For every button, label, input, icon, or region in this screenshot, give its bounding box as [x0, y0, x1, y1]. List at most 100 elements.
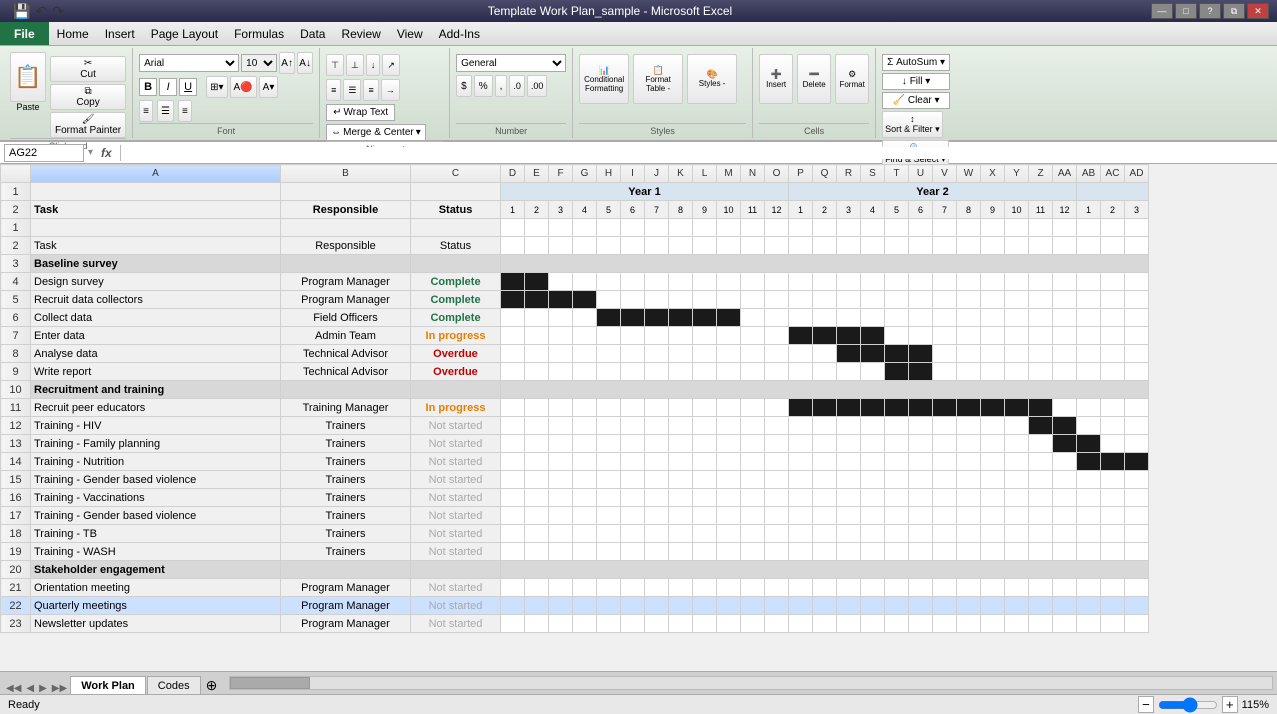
- gantt-cell-r14-c7[interactable]: [669, 453, 693, 471]
- gantt-cell-r4-c2[interactable]: [549, 273, 573, 291]
- gantt-cell-r7-c25[interactable]: [1101, 327, 1125, 345]
- cell-a2[interactable]: Task: [31, 201, 281, 219]
- gantt-cell-r14-c15[interactable]: [861, 453, 885, 471]
- gantt-cell-r14-c1[interactable]: [525, 453, 549, 471]
- gantt-cell-r6-c22[interactable]: [1029, 309, 1053, 327]
- gantt-cell-r14-c22[interactable]: [1029, 453, 1053, 471]
- gantt-cell-r4-c1[interactable]: [525, 273, 549, 291]
- gantt-cell-r22-c17[interactable]: [909, 597, 933, 615]
- cell-d2[interactable]: 1: [501, 201, 525, 219]
- gantt-cell-r18-c9[interactable]: [717, 525, 741, 543]
- gantt-cell-r21-c17[interactable]: [909, 579, 933, 597]
- cell-b9[interactable]: Technical Advisor: [281, 363, 411, 381]
- gantt-cell-r4-c26[interactable]: [1125, 273, 1149, 291]
- gantt-cell-r16-c21[interactable]: [1005, 489, 1029, 507]
- cell-l2[interactable]: 9: [693, 201, 717, 219]
- gantt-cell-r18-c25[interactable]: [1101, 525, 1125, 543]
- gantt-cell-r8-c21[interactable]: [1005, 345, 1029, 363]
- gantt-cell-r14-c24[interactable]: [1077, 453, 1101, 471]
- gantt-cell-r7-c1[interactable]: [525, 327, 549, 345]
- cell-c23[interactable]: Not started: [411, 615, 501, 633]
- gantt-cell-r19-c21[interactable]: [1005, 543, 1029, 561]
- gantt-cell-r4-c4[interactable]: [597, 273, 621, 291]
- gantt-cell-r5-c2[interactable]: [549, 291, 573, 309]
- gantt-cell-r2-c13[interactable]: [813, 237, 837, 255]
- gantt-cell-r1-c5[interactable]: [621, 219, 645, 237]
- gantt-cell-r5-c24[interactable]: [1077, 291, 1101, 309]
- gantt-cell-r1-c6[interactable]: [645, 219, 669, 237]
- gantt-cell-r18-c17[interactable]: [909, 525, 933, 543]
- gantt-cell-r6-c23[interactable]: [1053, 309, 1077, 327]
- font-size-select[interactable]: 10 11 12: [241, 54, 277, 72]
- gantt-cell-r1-c1[interactable]: [525, 219, 549, 237]
- gantt-cell-r8-c5[interactable]: [621, 345, 645, 363]
- gantt-cell-r5-c23[interactable]: [1053, 291, 1077, 309]
- gantt-cell-r9-c0[interactable]: [501, 363, 525, 381]
- gantt-cell-r1-c12[interactable]: [789, 219, 813, 237]
- gantt-cell-r7-c7[interactable]: [669, 327, 693, 345]
- gantt-cell-r6-c18[interactable]: [933, 309, 957, 327]
- gantt-cell-r15-c1[interactable]: [525, 471, 549, 489]
- col-header-j[interactable]: J: [645, 165, 669, 183]
- gantt-cell-r15-c18[interactable]: [933, 471, 957, 489]
- zoom-slider[interactable]: [1158, 701, 1218, 709]
- gantt-cell-r4-c22[interactable]: [1029, 273, 1053, 291]
- cell-a3[interactable]: Baseline survey: [31, 255, 281, 273]
- cell-b1[interactable]: [281, 183, 411, 201]
- gantt-cell-r16-c3[interactable]: [573, 489, 597, 507]
- gantt-cell-r23-c17[interactable]: [909, 615, 933, 633]
- gantt-cell-r21-c7[interactable]: [669, 579, 693, 597]
- gantt-cell-r23-c24[interactable]: [1077, 615, 1101, 633]
- gantt-cell-r7-c20[interactable]: [981, 327, 1005, 345]
- gantt-cell-r14-c12[interactable]: [789, 453, 813, 471]
- gantt-cell-r9-c5[interactable]: [621, 363, 645, 381]
- cell-c19[interactable]: Not started: [411, 543, 501, 561]
- name-box[interactable]: [4, 144, 84, 162]
- gantt-cell-r6-c4[interactable]: [597, 309, 621, 327]
- cell-b17[interactable]: Trainers: [281, 507, 411, 525]
- gantt-cell-r17-c5[interactable]: [621, 507, 645, 525]
- gantt-cell-r22-c14[interactable]: [837, 597, 861, 615]
- gantt-cell-r21-c8[interactable]: [693, 579, 717, 597]
- cell-aa2[interactable]: 12: [1053, 201, 1077, 219]
- gantt-cell-r14-c20[interactable]: [981, 453, 1005, 471]
- spreadsheet-scroll[interactable]: A B C D E F G H I J K L M N O P: [0, 164, 1277, 671]
- gantt-cell-r19-c7[interactable]: [669, 543, 693, 561]
- menu-addins[interactable]: Add-Ins: [431, 22, 488, 45]
- gantt-cell-r14-c25[interactable]: [1101, 453, 1125, 471]
- sort-filter-button[interactable]: ↕ Sort & Filter ▾: [882, 111, 943, 138]
- gantt-cell-r17-c12[interactable]: [789, 507, 813, 525]
- gantt-cell-r5-c15[interactable]: [861, 291, 885, 309]
- gantt-cell-r7-c15[interactable]: [861, 327, 885, 345]
- gantt-cell-r21-c4[interactable]: [597, 579, 621, 597]
- gantt-cell-r19-c14[interactable]: [837, 543, 861, 561]
- gantt-cell-r1-c8[interactable]: [693, 219, 717, 237]
- restore-button[interactable]: ⧉: [1223, 3, 1245, 19]
- cell-a11[interactable]: Recruit peer educators: [31, 399, 281, 417]
- gantt-cell-r2-c18[interactable]: [933, 237, 957, 255]
- cell-h2[interactable]: 5: [597, 201, 621, 219]
- cell-b19[interactable]: Trainers: [281, 543, 411, 561]
- gantt-cell-r19-c8[interactable]: [693, 543, 717, 561]
- col-header-s[interactable]: S: [861, 165, 885, 183]
- gantt-cell-r4-c25[interactable]: [1101, 273, 1125, 291]
- gantt-cell-r18-c6[interactable]: [645, 525, 669, 543]
- gantt-cell-r17-c8[interactable]: [693, 507, 717, 525]
- gantt-cell-r11-c13[interactable]: [813, 399, 837, 417]
- gantt-cell-r4-c10[interactable]: [741, 273, 765, 291]
- gantt-cell-r18-c22[interactable]: [1029, 525, 1053, 543]
- gantt-cell-r9-c21[interactable]: [1005, 363, 1029, 381]
- gantt-cell-r8-c15[interactable]: [861, 345, 885, 363]
- gantt-cell-r16-c18[interactable]: [933, 489, 957, 507]
- cell-a19[interactable]: Training - WASH: [31, 543, 281, 561]
- gantt-cell-r22-c3[interactable]: [573, 597, 597, 615]
- gantt-cell-r22-c2[interactable]: [549, 597, 573, 615]
- gantt-cell-r9-c9[interactable]: [717, 363, 741, 381]
- cell-a15[interactable]: Training - Gender based violence: [31, 471, 281, 489]
- gantt-cell-r4-c14[interactable]: [837, 273, 861, 291]
- cell-b5[interactable]: Program Manager: [281, 291, 411, 309]
- gantt-cell-r8-c25[interactable]: [1101, 345, 1125, 363]
- gantt-cell-r22-c8[interactable]: [693, 597, 717, 615]
- gantt-cell-r19-c0[interactable]: [501, 543, 525, 561]
- gantt-cell-r15-c22[interactable]: [1029, 471, 1053, 489]
